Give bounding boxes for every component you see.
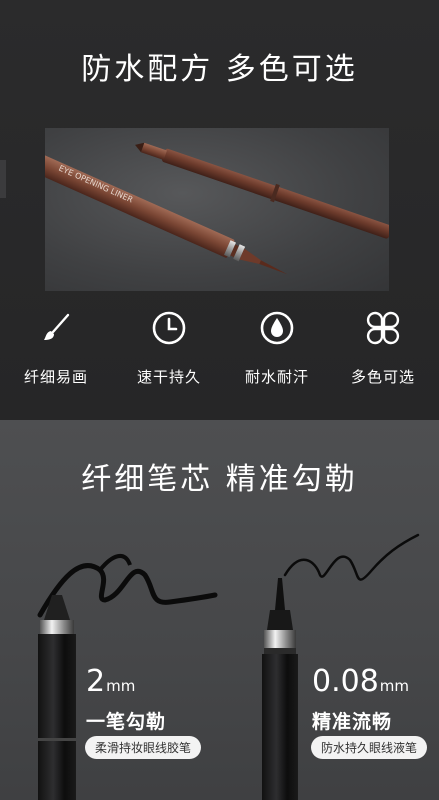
- fine-stroke: [283, 533, 420, 581]
- feature-label: 纤细易画: [23, 368, 88, 386]
- product-detail-page: 防水配方 多色可选 EYE OPENING LINER 纤细易画 速干持久 耐水…: [0, 0, 439, 800]
- water-drop-icon: [259, 310, 295, 346]
- feature-label: 多色可选: [350, 368, 415, 386]
- feature-item: 速干持久: [114, 310, 224, 387]
- brush-icon: [38, 310, 74, 346]
- feature-item: 多色可选: [328, 310, 438, 387]
- fine-tip-section: 纤细笔芯 精准勾勒 2mm 一笔勾勒 柔滑持妆眼线胶笔 0.08mm 精准流畅 …: [0, 420, 439, 800]
- left-edge-decoration: [0, 160, 6, 198]
- feature-label: 耐水耐汗: [244, 368, 309, 386]
- product-photo: EYE OPENING LINER: [45, 128, 389, 291]
- section-title: 纤细笔芯 精准勾勒: [81, 462, 358, 497]
- left-spec: 2mm 一笔勾勒: [86, 664, 166, 734]
- feature-label: 速干持久: [136, 368, 201, 386]
- tip-unit: mm: [379, 677, 410, 695]
- thick-stroke: [37, 563, 218, 618]
- waterproof-section: 防水配方 多色可选 EYE OPENING LINER 纤细易画 速干持久 耐水…: [0, 0, 439, 420]
- feature-item: 耐水耐汗: [222, 310, 332, 387]
- tip-desc: 精准流畅: [312, 711, 393, 733]
- tip-unit: mm: [106, 677, 136, 695]
- clover-icon: [365, 310, 401, 346]
- eyeliner-pens-image: EYE OPENING LINER: [45, 142, 389, 275]
- feature-list: 纤细易画 速干持久 耐水耐汗 多色可选: [0, 310, 439, 400]
- right-spec: 0.08mm 精准流畅: [312, 664, 409, 734]
- tip-desc: 一笔勾勒: [86, 711, 167, 733]
- tip-size: 2: [86, 664, 106, 699]
- product-tag: 柔滑持妆眼线胶笔: [85, 736, 202, 759]
- product-tag: 防水持久眼线液笔: [311, 736, 428, 759]
- section-title: 防水配方 多色可选: [81, 52, 358, 87]
- feature-item: 纤细易画: [1, 310, 111, 387]
- tip-size: 0.08: [312, 664, 379, 699]
- clock-icon: [151, 310, 187, 346]
